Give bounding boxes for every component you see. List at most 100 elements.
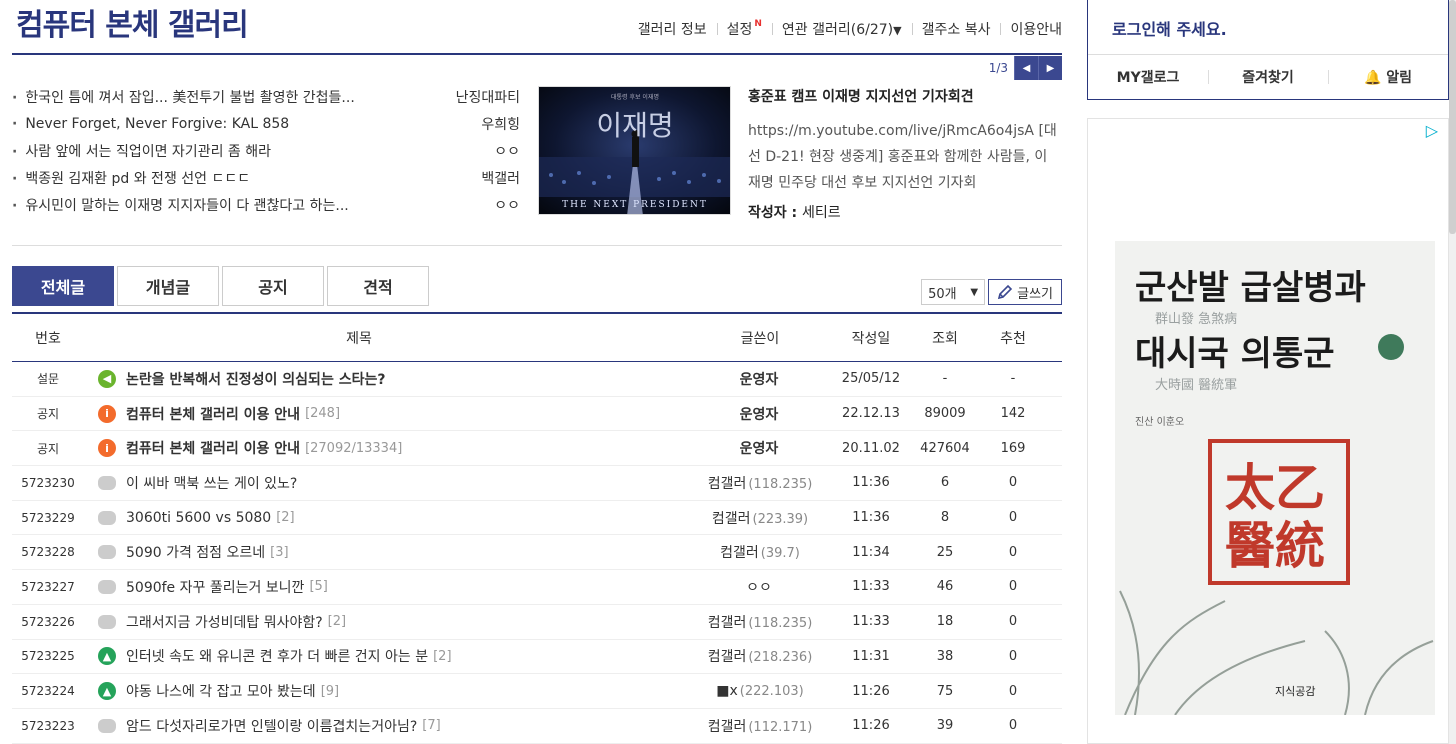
- table-row[interactable]: 설문 ◀ 논란을 반복해서 진정성이 의심되는 스타는? 운영자 25/05/12 - -: [12, 362, 1062, 397]
- post-writer[interactable]: 운영자: [694, 438, 826, 458]
- post-title-cell[interactable]: 3060ti 5600 vs 5080 [2]: [84, 510, 694, 526]
- post-title-cell[interactable]: ◀ 논란을 반복해서 진정성이 의심되는 스타는?: [84, 369, 694, 389]
- post-title[interactable]: 5090 가격 점점 오르네: [126, 542, 265, 562]
- post-writer[interactable]: 컴갤러 (118.235): [694, 473, 826, 493]
- prev-arrow-icon[interactable]: ◀: [1014, 56, 1038, 80]
- post-title-cell[interactable]: i 컴퓨터 본체 갤러리 이용 안내 [27092/13334]: [84, 438, 694, 458]
- post-title[interactable]: 인터넷 속도 왜 유니콘 켠 후가 더 빠른 건지 아는 분: [126, 646, 428, 666]
- writer-name[interactable]: 컴갤러: [708, 615, 747, 631]
- write-button[interactable]: 글쓰기: [988, 279, 1062, 305]
- post-title-cell[interactable]: 암드 다섯자리로가면 인텔이랑 이름겹치는거아님? [7]: [84, 716, 694, 736]
- featured-headline[interactable]: 홍준표 캠프 이재명 지지선언 기자회견: [748, 86, 1058, 106]
- issue-item[interactable]: 한국인 틈에 껴서 잠입... 美전투기 불법 촬영한 간첩들... 난징대파티: [12, 83, 520, 110]
- writer-name[interactable]: 컴갤러: [708, 719, 747, 735]
- post-title-cell[interactable]: i 컴퓨터 본체 갤러리 이용 안내 [248]: [84, 404, 694, 424]
- table-row[interactable]: 공지 i 컴퓨터 본체 갤러리 이용 안내 [27092/13334] 운영자 20.11…: [12, 431, 1062, 467]
- table-row[interactable]: 5723223 암드 다섯자리로가면 인텔이랑 이름겹치는거아님? [7] 컴갤러 (1…: [12, 709, 1062, 744]
- favorites-link[interactable]: 즐겨찾기: [1208, 67, 1328, 87]
- copy-address-link[interactable]: 갤주소 복사: [911, 19, 1001, 39]
- issue-item[interactable]: 유시민이 말하는 이재명 지지자들이 다 괜찮다고 하는... ㅇㅇ: [12, 191, 520, 218]
- writer-name[interactable]: 운영자: [740, 407, 779, 423]
- my-gallog-link[interactable]: MY갤로그: [1088, 67, 1208, 87]
- writer-name[interactable]: 컴갤러: [708, 476, 747, 492]
- post-writer[interactable]: ■x (222.103): [694, 683, 826, 699]
- gallery-title[interactable]: 컴퓨터 본체 갤러리: [16, 0, 249, 44]
- guide-link[interactable]: 이용안내: [1000, 19, 1062, 39]
- table-row[interactable]: 5723225 ▲ 인터넷 속도 왜 유니콘 켠 후가 더 빠른 건지 아는 분 [2…: [12, 640, 1062, 675]
- post-title[interactable]: 5090fe 자꾸 풀리는거 보니깐: [126, 577, 304, 597]
- post-title-cell[interactable]: 5090fe 자꾸 풀리는거 보니깐 [5]: [84, 577, 694, 597]
- post-writer[interactable]: 컴갤러 (223.39): [694, 508, 826, 528]
- table-row[interactable]: 5723224 ▲ 야동 나스에 각 잡고 모아 봤는데 [9] ■x (222.103)…: [12, 674, 1062, 709]
- login-prompt[interactable]: 로그인해 주세요.: [1112, 16, 1227, 40]
- reply-count[interactable]: [2]: [433, 649, 451, 664]
- featured-body[interactable]: https://m.youtube.com/live/jRmcA6o4jsA […: [748, 118, 1058, 196]
- post-title-cell[interactable]: 그래서지금 가성비데탑 뭐사야함? [2]: [84, 612, 694, 632]
- issue-writer[interactable]: 난징대파티: [456, 87, 520, 107]
- writer-name[interactable]: 컴갤러: [712, 511, 751, 527]
- per-page-select[interactable]: 50개 ▼: [921, 279, 986, 305]
- notification-link[interactable]: 🔔 알림: [1328, 67, 1448, 87]
- tab-notice[interactable]: 공지: [222, 266, 324, 306]
- issue-item[interactable]: 사람 앞에 서는 직업이면 자기관리 좀 해라 ㅇㅇ: [12, 137, 520, 164]
- issue-writer[interactable]: 우희힝: [481, 114, 520, 134]
- issue-title[interactable]: 백종원 김재환 pd 와 전쟁 선언 ㄷㄷㄷ: [12, 168, 412, 188]
- post-writer[interactable]: 운영자: [694, 369, 826, 389]
- post-title-cell[interactable]: 이 씨바 맥북 쓰는 게이 있노?: [84, 473, 694, 493]
- writer-name[interactable]: ㅇㅇ: [746, 580, 772, 596]
- tab-estimate[interactable]: 견적: [327, 266, 429, 306]
- issue-writer[interactable]: ㅇㅇ: [494, 141, 520, 161]
- reply-count[interactable]: [9]: [321, 684, 339, 699]
- post-title[interactable]: 야동 나스에 각 잡고 모아 봤는데: [126, 681, 316, 701]
- issue-writer[interactable]: ㅇㅇ: [494, 195, 520, 215]
- issue-title[interactable]: 사람 앞에 서는 직업이면 자기관리 좀 해라: [12, 141, 412, 161]
- table-row[interactable]: 5723229 3060ti 5600 vs 5080 [2] 컴갤러 (223.39)…: [12, 501, 1062, 536]
- book-cover-ad[interactable]: 군산발 급살병과 群山發 急煞病 대시국 의통군 大時國 醫統軍 진산 이훈오 …: [1115, 241, 1435, 715]
- issue-item[interactable]: Never Forget, Never Forgive: KAL 858 우희힝: [12, 110, 520, 137]
- issue-writer[interactable]: 백갤러: [481, 168, 520, 188]
- post-title[interactable]: 논란을 반복해서 진정성이 의심되는 스타는?: [126, 369, 385, 389]
- post-writer[interactable]: 컴갤러 (218.236): [694, 646, 826, 666]
- reply-count[interactable]: [5]: [309, 579, 327, 594]
- post-title-cell[interactable]: ▲ 야동 나스에 각 잡고 모아 봤는데 [9]: [84, 681, 694, 701]
- issue-featured-card[interactable]: 홍준표 캠프 이재명 지지선언 기자회견 https://m.youtube.c…: [748, 86, 1058, 222]
- post-writer[interactable]: 컴갤러 (39.7): [694, 542, 826, 562]
- post-title[interactable]: 컴퓨터 본체 갤러리 이용 안내: [126, 438, 300, 458]
- post-title-cell[interactable]: ▲ 인터넷 속도 왜 유니콘 켠 후가 더 빠른 건지 아는 분 [2]: [84, 646, 694, 666]
- related-gallery-dropdown[interactable]: 연관 갤러리(6/27)▼: [771, 19, 912, 39]
- post-writer[interactable]: 운영자: [694, 404, 826, 424]
- reply-count[interactable]: [2]: [276, 510, 294, 525]
- issue-thumbnail[interactable]: 대통령 후보 이재명 이재명 THE NEXT PRESIDENT: [538, 86, 731, 215]
- table-row[interactable]: 5723230 이 씨바 맥북 쓰는 게이 있노? 컴갤러 (118.235) 11:3…: [12, 466, 1062, 501]
- author-name[interactable]: 세티르: [802, 205, 841, 221]
- post-title[interactable]: 컴퓨터 본체 갤러리 이용 안내: [126, 404, 300, 424]
- issue-title[interactable]: Never Forget, Never Forgive: KAL 858: [12, 116, 412, 132]
- advertisement[interactable]: ▷ 군산발 급살병과 群山發 急煞病 대시국 의통군 大時國 醫統軍 진산 이훈…: [1087, 118, 1449, 744]
- reply-count[interactable]: [248]: [305, 406, 340, 421]
- post-title[interactable]: 암드 다섯자리로가면 인텔이랑 이름겹치는거아님?: [126, 716, 417, 736]
- writer-name[interactable]: 컴갤러: [708, 649, 747, 665]
- issue-title[interactable]: 한국인 틈에 껴서 잠입... 美전투기 불법 촬영한 간첩들...: [12, 87, 412, 107]
- post-title[interactable]: 이 씨바 맥북 쓰는 게이 있노?: [126, 473, 297, 493]
- table-row[interactable]: 공지 i 컴퓨터 본체 갤러리 이용 안내 [248] 운영자 22.12.13 89009…: [12, 397, 1062, 432]
- writer-name[interactable]: ■x: [716, 683, 738, 699]
- post-title[interactable]: 3060ti 5600 vs 5080: [126, 510, 271, 526]
- tab-concept[interactable]: 개념글: [117, 266, 219, 306]
- table-row[interactable]: 5723228 5090 가격 점점 오르네 [3] 컴갤러 (39.7) 11:34 25…: [12, 535, 1062, 571]
- post-writer[interactable]: 컴갤러 (118.235): [694, 612, 826, 632]
- issue-title[interactable]: 유시민이 말하는 이재명 지지자들이 다 괜찮다고 하는...: [12, 195, 412, 215]
- post-title-cell[interactable]: 5090 가격 점점 오르네 [3]: [84, 542, 694, 562]
- gallery-info-link[interactable]: 갤러리 정보: [628, 19, 717, 39]
- table-row[interactable]: 5723227 5090fe 자꾸 풀리는거 보니깐 [5] ㅇㅇ 11:33 46 0: [12, 570, 1062, 605]
- scrollbar-thumb[interactable]: [1449, 0, 1456, 234]
- writer-name[interactable]: 운영자: [740, 441, 779, 457]
- post-title[interactable]: 그래서지금 가성비데탑 뭐사야함?: [126, 612, 323, 632]
- writer-name[interactable]: 운영자: [740, 372, 779, 388]
- post-writer[interactable]: 컴갤러 (112.171): [694, 716, 826, 736]
- post-writer[interactable]: ㅇㅇ: [694, 577, 826, 597]
- page-scrollbar[interactable]: [1449, 0, 1456, 744]
- issue-item[interactable]: 백종원 김재환 pd 와 전쟁 선언 ㄷㄷㄷ 백갤러: [12, 164, 520, 191]
- reply-count[interactable]: [2]: [328, 614, 346, 629]
- adchoices-icon[interactable]: ▷: [1426, 121, 1438, 140]
- writer-name[interactable]: 컴갤러: [720, 545, 759, 561]
